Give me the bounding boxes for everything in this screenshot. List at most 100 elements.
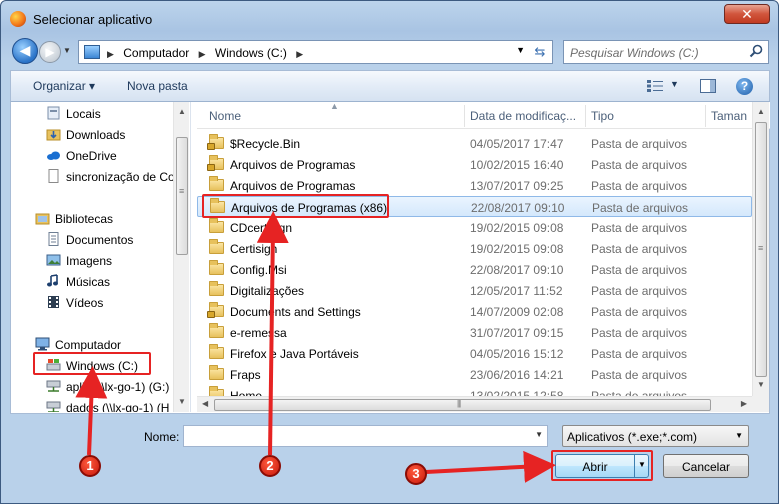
sidebar-item-locais[interactable]: Locais <box>11 103 173 124</box>
file-name-cell: $Recycle.Bin <box>230 137 301 151</box>
file-date-cell: 31/07/2017 09:15 <box>470 326 564 340</box>
scroll-down-arrow-icon[interactable]: ▼ <box>178 397 186 406</box>
sort-ascending-icon: ▲ <box>330 102 339 111</box>
sidebar-item-label: dados (\\lx-go-1) (H <box>66 401 170 412</box>
open-button[interactable]: Abrir <box>555 454 649 478</box>
file-date-cell: 13/07/2017 09:25 <box>470 179 564 193</box>
window-title: Selecionar aplicativo <box>33 12 153 27</box>
sidebar-item-imagens[interactable]: Imagens <box>11 250 173 271</box>
column-header-date[interactable]: Data de modificaç... <box>470 109 576 123</box>
breadcrumb-windows-c[interactable]: Windows (C:) <box>215 46 287 60</box>
table-row[interactable]: Arquivos de Programas 13/07/2017 09:25 Pas… <box>197 175 752 196</box>
column-header-type[interactable]: Tipo <box>591 109 614 123</box>
open-button-label: Abrir <box>582 460 608 474</box>
sidebar-item-label: Windows (C:) <box>66 359 139 373</box>
breadcrumb-computer[interactable]: Computador <box>123 46 189 60</box>
table-row[interactable]: Config.Msi 22/08/2017 09:10 Pasta de arqui… <box>197 259 752 280</box>
table-row[interactable]: Fraps 23/06/2016 14:21 Pasta de arquivos <box>197 364 752 385</box>
back-button[interactable]: ◀ <box>12 38 38 64</box>
column-header-name[interactable]: Nome <box>209 109 241 123</box>
recent-locations-chevron-icon[interactable]: ▼ <box>63 46 73 56</box>
sidebar-item-dados-h[interactable]: dados (\\lx-go-1) (H <box>11 397 173 412</box>
sidebar-item-sincronizacao[interactable]: sincronização de Co <box>11 166 175 187</box>
file-type-cell: Pasta de arquivos <box>591 242 688 256</box>
sidebar-item-windows-c[interactable]: Windows (C:) <box>11 355 173 376</box>
sidebar-item-musicas[interactable]: Músicas <box>11 271 173 292</box>
sidebar-item-computador[interactable]: Computador <box>11 334 173 355</box>
sidebar-item-label: Bibliotecas <box>55 212 114 226</box>
navigation-row: ◀ ▶ ▼ ▶ Computador ▶ Windows (C:) ▶ ▼ ⇆ … <box>10 37 770 67</box>
file-list-vertical-scrollbar[interactable]: ▲ ▼ <box>752 102 769 396</box>
breadcrumb-separator-icon[interactable]: ▶ <box>296 49 303 59</box>
file-name-chevron-down-icon[interactable]: ▼ <box>535 430 543 439</box>
search-input[interactable]: Pesquisar Windows (C:) <box>563 40 769 64</box>
table-row[interactable]: e-remessa 31/07/2017 09:15 Pasta de arquiv… <box>197 322 752 343</box>
file-name-input[interactable]: ▼ <box>183 425 548 447</box>
preview-pane-icon[interactable] <box>700 79 716 93</box>
table-row[interactable]: Certisign 19/02/2015 09:08 Pasta de arquiv… <box>197 238 752 259</box>
forward-button[interactable]: ▶ <box>39 41 61 63</box>
sidebar-item-videos[interactable]: Vídeos <box>11 292 173 313</box>
file-type-filter-select[interactable]: Aplicativos (*.exe;*.com) ▼ <box>562 425 749 447</box>
file-date-cell: 23/06/2016 14:21 <box>470 368 564 382</box>
table-row[interactable]: $Recycle.Bin 04/05/2017 17:47 Pasta de arq… <box>197 133 752 154</box>
file-date-cell: 19/02/2015 09:08 <box>470 242 564 256</box>
onedrive-cloud-icon <box>47 151 60 160</box>
network-drive-icon <box>46 401 61 412</box>
lock-icon <box>207 143 215 150</box>
file-date-cell: 12/05/2017 11:52 <box>470 284 563 298</box>
cancel-button[interactable]: Cancelar <box>663 454 749 478</box>
scrollbar-thumb[interactable] <box>755 122 767 377</box>
scroll-right-arrow-icon[interactable]: ▶ <box>741 399 747 408</box>
pane-splitter[interactable] <box>190 102 196 412</box>
sidebar-item-documentos[interactable]: Documentos <box>11 229 173 250</box>
folder-icon <box>209 323 224 338</box>
navigation-pane-scrollbar[interactable]: ▲ ▼ <box>173 102 189 412</box>
file-list: ▲ Nome Data de modificaç... Tipo Taman $… <box>197 102 770 412</box>
folder-icon <box>209 176 224 191</box>
open-options-chevron-icon[interactable] <box>634 455 648 477</box>
table-row[interactable]: Arquivos de Programas (x86) 22/08/2017 09… <box>197 196 752 217</box>
search-icon[interactable] <box>749 44 763 58</box>
table-row[interactable]: Digitalizações 12/05/2017 11:52 Pasta de a… <box>197 280 752 301</box>
file-name-cell: Arquivos de Programas (x86) <box>231 201 388 215</box>
scroll-left-arrow-icon[interactable]: ◀ <box>202 399 208 408</box>
new-folder-button[interactable]: Nova pasta <box>127 79 188 93</box>
table-row[interactable]: Arquivos de Programas 10/02/2015 16:40 Pas… <box>197 154 752 175</box>
refresh-button[interactable]: ⇆ <box>530 43 550 61</box>
view-chevron-down-icon[interactable]: ▼ <box>670 79 679 89</box>
scrollbar-thumb[interactable] <box>214 399 711 411</box>
column-header-size[interactable]: Taman <box>711 109 747 123</box>
column-divider[interactable] <box>705 105 706 127</box>
address-dropdown-chevron-icon[interactable]: ▼ <box>516 45 525 55</box>
breadcrumb-separator-icon[interactable]: ▶ <box>199 49 206 59</box>
file-name-cell: Fraps <box>230 368 261 382</box>
close-button[interactable]: ✕ <box>724 4 770 24</box>
breadcrumb-separator-icon[interactable]: ▶ <box>107 49 114 59</box>
sidebar-item-bibliotecas[interactable]: Bibliotecas <box>11 208 173 229</box>
scroll-down-arrow-icon[interactable]: ▼ <box>757 380 765 389</box>
sidebar-item-label: Documentos <box>66 233 134 247</box>
file-date-cell: 04/05/2017 17:47 <box>470 137 564 151</box>
address-bar[interactable]: ▶ Computador ▶ Windows (C:) ▶ ▼ ⇆ <box>78 40 553 64</box>
file-dialog-window: Selecionar aplicativo ✕ ◀ ▶ ▼ ▶ Computad… <box>0 0 779 504</box>
table-row[interactable]: CDcertisign 19/02/2015 09:08 Pasta de arqu… <box>197 217 752 238</box>
search-placeholder: Pesquisar Windows (C:) <box>570 46 699 60</box>
sidebar-item-onedrive[interactable]: OneDrive <box>11 145 173 166</box>
help-icon[interactable]: ? <box>736 78 753 95</box>
sidebar-item-label: Downloads <box>66 128 126 142</box>
column-divider[interactable] <box>585 105 586 127</box>
scroll-up-arrow-icon[interactable]: ▲ <box>178 107 186 116</box>
view-options-icon[interactable] <box>647 80 663 92</box>
lock-icon <box>207 164 215 171</box>
sidebar-item-aplic-g[interactable]: aplic (\\lx-go-1) (G:) <box>11 376 173 397</box>
scrollbar-corner <box>752 396 769 412</box>
organize-menu-button[interactable]: Organizar ▾ <box>33 79 95 93</box>
scrollbar-thumb[interactable] <box>176 137 188 255</box>
column-divider[interactable] <box>464 105 465 127</box>
scroll-up-arrow-icon[interactable]: ▲ <box>757 107 765 116</box>
table-row[interactable]: Documents and Settings 14/07/2009 02:08 Pa… <box>197 301 752 322</box>
sidebar-item-downloads[interactable]: Downloads <box>11 124 173 145</box>
table-row[interactable]: Firefox e Java Portáveis 04/05/2016 15:12… <box>197 343 752 364</box>
file-list-horizontal-scrollbar[interactable]: ◀ ▶ <box>197 396 752 412</box>
